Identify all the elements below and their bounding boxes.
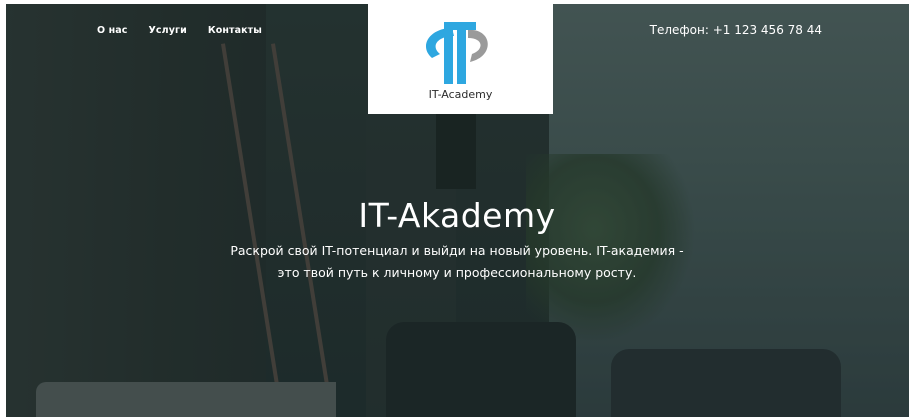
hero-title: IT-Akademy [358, 196, 556, 236]
nav-link-about[interactable]: О нас [97, 25, 128, 36]
hero-subtitle-line: Раскрой свой IT-потенциал и выйди на нов… [230, 243, 684, 258]
page: О нас Услуги Контакты Телефон: +1 123 45… [0, 0, 914, 420]
nav-link-services[interactable]: Услуги [149, 25, 187, 36]
hero-subtitle: Раскрой свой IT-потенциал и выйди на нов… [0, 240, 914, 284]
logo-text: IT-Academy [428, 88, 493, 101]
it-academy-logo-icon [425, 22, 488, 84]
nav-link-contacts[interactable]: Контакты [208, 25, 262, 36]
hero-subtitle-line: это твой путь к личному и профессиональн… [277, 265, 637, 280]
header-phone: Телефон: +1 123 456 78 44 [649, 23, 822, 37]
main-nav: О нас Услуги Контакты [97, 25, 262, 36]
logo[interactable]: IT-Academy [368, 4, 553, 114]
